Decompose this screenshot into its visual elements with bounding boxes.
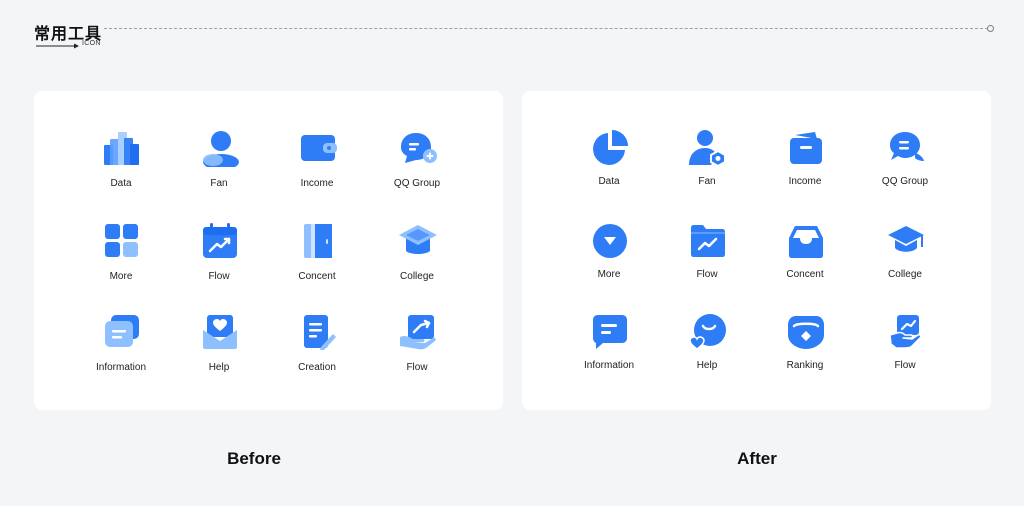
smile-heart-icon (689, 313, 727, 351)
inbox-icon (787, 222, 825, 260)
after-item-college[interactable]: College (855, 222, 955, 292)
graduation-cap-icon (399, 222, 437, 260)
item-label: Flow (894, 360, 916, 371)
pie-chart-icon (591, 129, 629, 167)
heart-envelope-icon (201, 313, 239, 351)
calendar-trend-icon (201, 222, 239, 260)
item-label: Income (300, 178, 334, 189)
before-item-fan[interactable]: Fan (169, 129, 269, 199)
item-label: Fan (210, 178, 228, 189)
item-label: Concent (298, 271, 336, 282)
item-label: College (888, 269, 922, 280)
message-icon (591, 313, 629, 351)
header-subtitle: ICON (82, 40, 101, 47)
after-item-flow[interactable]: Flow (657, 222, 757, 292)
graduation-cap-icon (887, 222, 925, 260)
item-label: Flow (696, 269, 718, 280)
before-item-creation[interactable]: Creation (267, 313, 367, 383)
grid-icon (103, 222, 141, 260)
before-item-flow-2[interactable]: Flow (367, 313, 467, 383)
item-label: Flow (208, 271, 230, 282)
after-item-ranking[interactable]: Ranking (755, 313, 855, 383)
before-icon-grid: Data Fan Income QQ Group More Flow Conce… (34, 91, 503, 410)
item-label: Help (208, 362, 230, 373)
before-item-concent[interactable]: Concent (267, 222, 367, 292)
document-pen-icon (299, 313, 337, 351)
item-label: Fan (698, 176, 716, 187)
folder-trend-icon (689, 222, 727, 260)
wallet-icon (787, 129, 825, 167)
chat-bubble-icon (887, 129, 925, 167)
header-divider (104, 28, 988, 29)
item-label: More (597, 269, 621, 280)
arrow-right-icon (36, 43, 79, 49)
hand-trend-icon (399, 313, 437, 351)
item-label: QQ Group (881, 176, 929, 187)
header-end-dot-icon (987, 25, 994, 32)
badge-icon (787, 313, 825, 351)
hand-trend-icon (887, 313, 925, 351)
after-item-help[interactable]: Help (657, 313, 757, 383)
door-icon (299, 222, 337, 260)
item-label: Ranking (786, 360, 824, 371)
after-item-concent[interactable]: Concent (755, 222, 855, 292)
item-label: Data (598, 176, 620, 187)
after-item-data[interactable]: Data (559, 129, 659, 199)
after-item-more[interactable]: More (559, 222, 659, 292)
before-item-college[interactable]: College (367, 222, 467, 292)
item-label: Information (95, 362, 147, 373)
person-badge-icon (689, 129, 727, 167)
before-item-help[interactable]: Help (169, 313, 269, 383)
after-panel: Data Fan Income QQ Group More Flow Conce… (522, 91, 991, 410)
item-label: More (109, 271, 133, 282)
before-caption: Before (227, 449, 281, 468)
item-label: Information (583, 360, 635, 371)
before-item-qq-group[interactable]: QQ Group (367, 129, 467, 199)
bar-chart-icon (103, 129, 141, 167)
chat-add-icon (399, 129, 437, 167)
after-icon-grid: Data Fan Income QQ Group More Flow Conce… (522, 91, 991, 410)
item-label: Help (696, 360, 718, 371)
before-item-data[interactable]: Data (71, 129, 171, 199)
item-label: Flow (406, 362, 428, 373)
before-item-information[interactable]: Information (71, 313, 171, 383)
after-item-fan[interactable]: Fan (657, 129, 757, 199)
after-item-qq-group[interactable]: QQ Group (855, 129, 955, 199)
item-label: Income (788, 176, 822, 187)
wallet-icon (299, 129, 337, 167)
after-item-income[interactable]: Income (755, 129, 855, 199)
message-icon (103, 313, 141, 351)
item-label: Creation (298, 362, 336, 373)
item-label: Concent (786, 269, 824, 280)
item-label: QQ Group (393, 178, 441, 189)
item-label: Data (110, 178, 132, 189)
after-item-flow-2[interactable]: Flow (855, 313, 955, 383)
before-item-flow[interactable]: Flow (169, 222, 269, 292)
dropdown-circle-icon (591, 222, 629, 260)
before-item-income[interactable]: Income (267, 129, 367, 199)
section-header: 常用工具 ICON (34, 20, 994, 50)
before-item-more[interactable]: More (71, 222, 171, 292)
after-item-information[interactable]: Information (559, 313, 659, 383)
after-caption: After (737, 449, 777, 468)
item-label: College (400, 271, 434, 282)
before-panel: Data Fan Income QQ Group More Flow Conce… (34, 91, 503, 410)
person-icon (201, 129, 239, 167)
